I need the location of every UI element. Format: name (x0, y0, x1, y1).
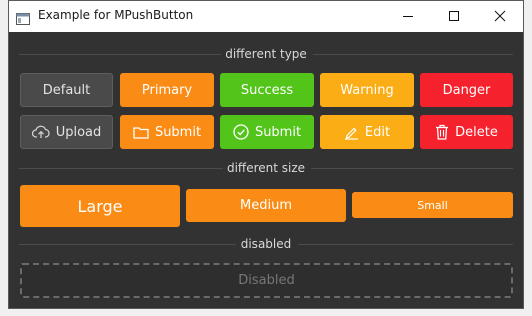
title-bar: Example for MPushButton (9, 1, 523, 32)
danger-button[interactable]: Danger (420, 73, 513, 107)
primary-button[interactable]: Primary (120, 73, 214, 107)
warning-button[interactable]: Warning (320, 73, 414, 107)
close-button[interactable] (477, 1, 523, 32)
disabled-button: Disabled (20, 263, 513, 298)
close-icon (494, 10, 506, 22)
button-label: Small (417, 198, 448, 212)
cloud-upload-icon (31, 125, 50, 139)
small-button[interactable]: Small (352, 192, 513, 218)
divider-right (313, 54, 513, 55)
edit-icon (344, 125, 359, 140)
button-label: Submit (154, 124, 202, 140)
divider-right (311, 168, 513, 169)
upload-button[interactable]: Upload (20, 115, 113, 149)
button-label: Delete (455, 124, 498, 140)
button-label: Upload (55, 124, 102, 140)
divider-right (298, 244, 513, 245)
maximize-button[interactable] (431, 1, 477, 32)
submit-primary-button[interactable]: Submit (120, 115, 214, 149)
folder-icon (133, 126, 149, 139)
edit-button[interactable]: Edit (320, 115, 414, 149)
maximize-icon (449, 11, 459, 21)
button-label: Primary (141, 82, 193, 98)
window-title: Example for MPushButton (38, 8, 194, 22)
default-button[interactable]: Default (20, 73, 113, 107)
submit-success-button[interactable]: Submit (220, 115, 314, 149)
trash-icon (435, 124, 449, 140)
button-label: Disabled (238, 273, 295, 288)
delete-button[interactable]: Delete (420, 115, 513, 149)
button-label: Large (77, 196, 123, 216)
medium-button[interactable]: Medium (186, 189, 346, 222)
button-label: Success (240, 82, 294, 98)
button-label: Medium (240, 198, 292, 213)
app-window: Example for MPushButton different type D… (8, 0, 524, 309)
button-label: Default (42, 82, 91, 98)
success-button[interactable]: Success (220, 73, 314, 107)
minimize-button[interactable] (385, 1, 431, 32)
button-label: Edit (364, 124, 391, 140)
button-label: Submit (254, 124, 302, 140)
button-label: Warning (340, 82, 394, 98)
check-circle-icon (233, 124, 249, 140)
button-label: Danger (442, 82, 491, 98)
minimize-icon (403, 16, 413, 17)
app-window-icon (16, 10, 30, 25)
large-button[interactable]: Large (20, 185, 180, 227)
